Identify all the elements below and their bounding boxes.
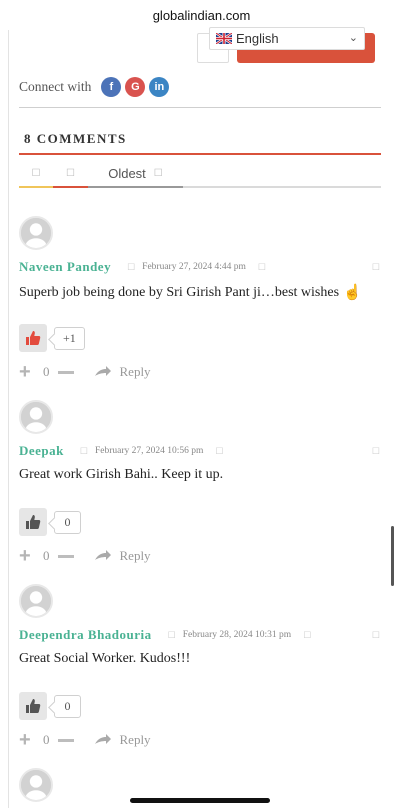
scrollbar[interactable] (391, 526, 394, 586)
language-select[interactable]: English ⌄ (209, 27, 365, 50)
comment-date-text: February 28, 2024 10:31 pm (182, 630, 292, 640)
square-glyph-icon: ☐ (127, 261, 136, 272)
reply-label: Reply (119, 548, 151, 563)
tab-oldest-label: Oldest (108, 166, 146, 181)
square-glyph-icon: ☐ (153, 168, 163, 179)
reply-button[interactable]: Reply (94, 732, 151, 748)
like-count: 0 (54, 694, 81, 718)
comment-body: Superb job being done by Sri Girish Pant… (19, 284, 340, 300)
plus-icon[interactable]: + (19, 730, 35, 750)
minus-icon[interactable] (57, 554, 74, 558)
comment-meta: Naveen Pandey ☐ February 27, 2024 4:44 pm… (19, 258, 381, 276)
reply-arrow-icon (94, 734, 111, 744)
reply-button[interactable]: Reply (94, 548, 151, 564)
like-count: 0 (54, 510, 81, 534)
thumbs-up-icon (26, 515, 41, 529)
thumbs-up-icon (26, 699, 41, 713)
vote-row: + 0 Reply (19, 546, 151, 566)
google-icon[interactable]: G (125, 77, 146, 97)
facebook-icon[interactable]: f (101, 77, 122, 97)
square-glyph-icon: ☐ (167, 629, 176, 640)
comment-date-text: February 27, 2024 4:44 pm (142, 262, 246, 272)
tab-newest[interactable]: ☐ (19, 161, 53, 188)
like-button[interactable] (19, 508, 47, 536)
like-row: 0 (19, 508, 81, 536)
tab-most-voted[interactable]: ☐ (53, 161, 88, 188)
avatar (19, 400, 53, 434)
like-button[interactable] (19, 692, 47, 720)
vote-count: 0 (43, 548, 50, 563)
comment-body: Great Social Worker. Kudos!!! (19, 651, 191, 666)
chevron-down-icon: ⌄ (348, 32, 358, 44)
avatar (19, 768, 53, 802)
uk-flag-icon (216, 33, 232, 44)
pointing-up-emoji: ☝ (343, 285, 362, 301)
connect-with: Connect with f G in (19, 77, 173, 97)
avatar (19, 216, 53, 250)
thumbs-up-icon (26, 331, 41, 345)
square-glyph-icon: ☐ (66, 168, 75, 179)
plus-icon[interactable]: + (19, 546, 35, 566)
reply-button[interactable]: Reply (94, 364, 151, 380)
comment-date[interactable]: ☐ February 28, 2024 10:31 pm (168, 630, 292, 641)
comment-text: Superb job being done by Sri Girish Pant… (19, 283, 362, 302)
comment-author[interactable]: Naveen Pandey (19, 259, 111, 275)
square-glyph-icon[interactable]: ☐ (372, 262, 380, 273)
like-button[interactable] (19, 324, 47, 352)
comment-body: Great work Girish Bahi.. Keep it up. (19, 467, 224, 482)
reply-arrow-icon (94, 550, 111, 560)
comment-date[interactable]: ☐ February 27, 2024 10:56 pm (80, 446, 204, 457)
reply-label: Reply (119, 732, 151, 747)
comment-text: Great Social Worker. Kudos!!! (19, 651, 190, 667)
square-glyph-icon: ☐ (257, 261, 266, 272)
square-glyph-icon[interactable]: ☐ (372, 630, 380, 641)
square-glyph-icon: ☐ (215, 445, 224, 456)
square-glyph-icon: ☐ (303, 629, 312, 640)
reply-label: Reply (119, 364, 151, 379)
url-text: globalindian.com (152, 7, 251, 23)
address-bar[interactable]: globalindian.com (0, 0, 403, 30)
vote-count: 0 (43, 732, 50, 747)
vote-row: + 0 Reply (19, 730, 151, 750)
comment-date[interactable]: ☐ February 27, 2024 4:44 pm (127, 262, 246, 273)
linkedin-icon[interactable]: in (149, 77, 170, 97)
comment-author[interactable]: Deependra Bhadouria (19, 627, 152, 643)
plus-icon[interactable]: + (19, 362, 35, 382)
minus-icon[interactable] (57, 370, 74, 374)
comment-meta: Deependra Bhadouria ☐ February 28, 2024 1… (19, 626, 381, 644)
divider (19, 107, 381, 108)
page-border (8, 30, 9, 808)
comment-date-text: February 27, 2024 10:56 pm (94, 446, 204, 456)
square-glyph-icon: ☐ (79, 445, 88, 456)
connect-label: Connect with (19, 79, 92, 94)
reply-arrow-icon (94, 366, 111, 376)
comments-count-title: 8 COMMENTS (24, 131, 127, 146)
comment-author[interactable]: Deepak (19, 443, 64, 459)
home-indicator[interactable] (130, 798, 270, 803)
comment-sort-tabs: ☐ ☐ Oldest ☐ (19, 161, 381, 188)
square-glyph-icon: ☐ (31, 168, 41, 179)
tabs-underline (183, 161, 381, 188)
comment-text: Great work Girish Bahi.. Keep it up. (19, 467, 223, 483)
like-row: 0 (19, 692, 81, 720)
avatar (19, 584, 53, 618)
minus-icon[interactable] (57, 738, 74, 742)
comment-meta: Deepak ☐ February 27, 2024 10:56 pm ☐ ☐ (19, 442, 381, 460)
vote-row: + 0 Reply (19, 362, 151, 382)
comments-divider (19, 153, 381, 155)
vote-count: 0 (43, 364, 50, 379)
like-row: +1 (19, 324, 85, 352)
language-label: English (236, 31, 279, 46)
tab-oldest[interactable]: Oldest ☐ (88, 161, 183, 188)
square-glyph-icon[interactable]: ☐ (372, 446, 380, 457)
like-count: +1 (54, 326, 85, 350)
